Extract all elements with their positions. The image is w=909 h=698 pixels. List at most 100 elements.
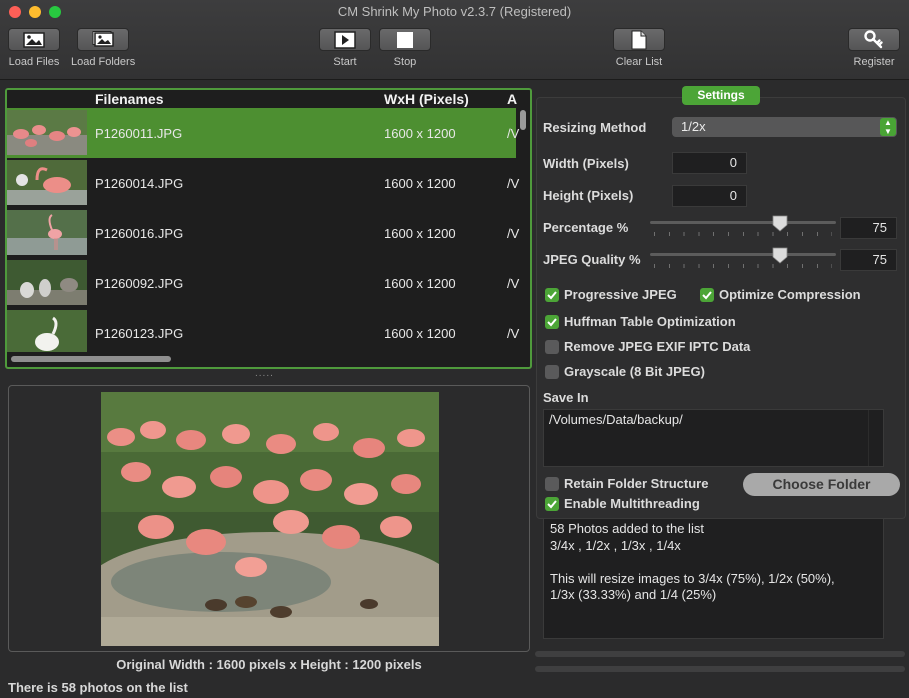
column-filenames[interactable]: Filenames	[95, 91, 163, 107]
key-icon	[864, 29, 883, 48]
load-folders-label: Load Folders	[71, 56, 136, 68]
load-files-button[interactable]: Load Files	[8, 28, 60, 68]
column-size[interactable]: WxH (Pixels)	[384, 91, 469, 107]
stop-icon	[397, 31, 413, 48]
save-in-path: /Volumes/Data/backup/	[549, 412, 683, 427]
vertical-scroll-knob[interactable]	[520, 110, 526, 130]
table-row[interactable]: P1260092.JPG 1600 x 1200 /V	[7, 258, 520, 308]
clear-list-label: Clear List	[615, 56, 663, 68]
row-filename: P1260014.JPG	[95, 176, 184, 191]
progress-bar-total	[535, 651, 905, 657]
optimize-compression-checkbox[interactable]	[700, 288, 714, 302]
table-row[interactable]: P1260011.JPG 1600 x 1200 /V	[7, 108, 520, 158]
table-row[interactable]: P1260016.JPG 1600 x 1200 /V	[7, 208, 520, 258]
file-list-horizontal-scrollbar[interactable]	[7, 352, 516, 366]
width-field[interactable]: 0	[672, 152, 747, 174]
log-line: 1/3x (33.33%) and 1/4 (25%)	[550, 587, 717, 603]
progress-bar-current	[535, 666, 905, 672]
huffman-checkbox[interactable]	[545, 315, 559, 329]
register-button[interactable]: Register	[848, 28, 900, 68]
start-button[interactable]: Start	[319, 28, 371, 68]
slider-thumb[interactable]	[772, 215, 788, 232]
resizing-method-value: 1/2x	[681, 119, 706, 134]
stop-button[interactable]: Stop	[379, 28, 431, 68]
multithreading-checkbox[interactable]	[545, 497, 559, 511]
tab-settings[interactable]: Settings	[682, 86, 760, 105]
document-icon	[631, 30, 647, 49]
row-path: /V	[507, 276, 520, 291]
log-line: This will resize images to 3/4x (75%), 1…	[550, 570, 835, 586]
remove-exif-checkbox[interactable]	[545, 340, 559, 354]
play-icon	[334, 30, 356, 49]
percentage-slider[interactable]	[650, 215, 836, 239]
slider-ticks	[654, 232, 832, 236]
row-filename: P1260092.JPG	[95, 276, 184, 291]
grayscale-label: Grayscale (8 Bit JPEG)	[564, 364, 705, 379]
row-path: /V	[507, 326, 520, 341]
row-filename: P1260016.JPG	[95, 226, 184, 241]
window-title: CM Shrink My Photo v2.3.7 (Registered)	[337, 4, 572, 19]
remove-exif-label: Remove JPEG EXIF IPTC Data	[564, 339, 751, 354]
horizontal-scroll-knob[interactable]	[11, 356, 171, 362]
register-label: Register	[853, 56, 895, 68]
log-output: 58 Photos added to the list 3/4x , 1/2x …	[543, 518, 884, 639]
row-size: 1600 x 1200	[384, 276, 456, 291]
retain-folder-checkbox[interactable]	[545, 477, 559, 491]
checkmark-icon	[702, 291, 712, 300]
jpeg-quality-slider[interactable]	[650, 247, 836, 271]
thumbnail-image	[7, 310, 87, 355]
height-field[interactable]: 0	[672, 185, 747, 207]
row-size: 1600 x 1200	[384, 326, 456, 341]
title-bar: CM Shrink My Photo v2.3.7 (Registered) L…	[0, 0, 909, 80]
height-label: Height (Pixels)	[543, 188, 634, 203]
multithreading-label: Enable Multithreading	[564, 496, 700, 511]
row-path: /V	[507, 226, 520, 241]
checkmark-icon	[547, 291, 557, 300]
progressive-jpeg-label: Progressive JPEG	[564, 287, 677, 302]
save-in-label: Save In	[543, 390, 589, 405]
file-list-vertical-scrollbar[interactable]	[519, 108, 527, 348]
save-in-scrollbar[interactable]	[868, 410, 883, 466]
file-list[interactable]: Filenames WxH (Pixels) A P1260011.JPG 16…	[5, 88, 532, 369]
row-path: /V	[507, 176, 520, 191]
width-label: Width (Pixels)	[543, 156, 629, 171]
preview-panel	[8, 385, 530, 652]
thumbnail-image	[7, 210, 87, 255]
thumbnail-image	[7, 160, 87, 205]
progressive-jpeg-checkbox[interactable]	[545, 288, 559, 302]
row-path: /V	[507, 126, 520, 141]
stop-label: Stop	[393, 56, 417, 68]
table-row[interactable]: P1260014.JPG 1600 x 1200 /V	[7, 158, 520, 208]
retain-folder-label: Retain Folder Structure	[564, 476, 709, 491]
start-label: Start	[333, 56, 357, 68]
resizing-method-select[interactable]: 1/2x ▲ ▼	[672, 117, 897, 137]
preview-image	[101, 392, 439, 646]
table-row[interactable]: P1260123.JPG 1600 x 1200 /V	[7, 308, 520, 358]
percentage-field[interactable]: 75	[840, 217, 897, 239]
load-folders-button[interactable]: Load Folders	[71, 28, 135, 68]
clear-list-button[interactable]: Clear List	[613, 28, 665, 68]
jpeg-quality-field[interactable]: 75	[840, 249, 897, 271]
load-files-label: Load Files	[8, 56, 60, 68]
file-list-header: Filenames WxH (Pixels) A	[7, 90, 530, 108]
choose-folder-button[interactable]: Choose Folder	[743, 473, 900, 496]
thumbnail-image	[7, 260, 87, 305]
jpeg-quality-label: JPEG Quality %	[543, 252, 641, 267]
save-in-field[interactable]: /Volumes/Data/backup/	[543, 409, 884, 467]
splitter-handle[interactable]: .....	[255, 368, 274, 379]
optimize-compression-label: Optimize Compression	[719, 287, 861, 302]
grayscale-checkbox[interactable]	[545, 365, 559, 379]
resizing-method-label: Resizing Method	[543, 120, 647, 135]
photo-folder-icon	[92, 31, 114, 47]
slider-thumb[interactable]	[772, 247, 788, 264]
row-filename: P1260123.JPG	[95, 326, 184, 341]
original-size-text: Original Width : 1600 pixels x Height : …	[116, 657, 422, 672]
column-path[interactable]: A	[507, 91, 517, 107]
slider-ticks	[654, 264, 832, 268]
row-size: 1600 x 1200	[384, 126, 456, 141]
huffman-label: Huffman Table Optimization	[564, 314, 736, 329]
thumbnail-image	[7, 110, 87, 155]
percentage-label: Percentage %	[543, 220, 629, 235]
row-filename: P1260011.JPG	[95, 126, 183, 141]
